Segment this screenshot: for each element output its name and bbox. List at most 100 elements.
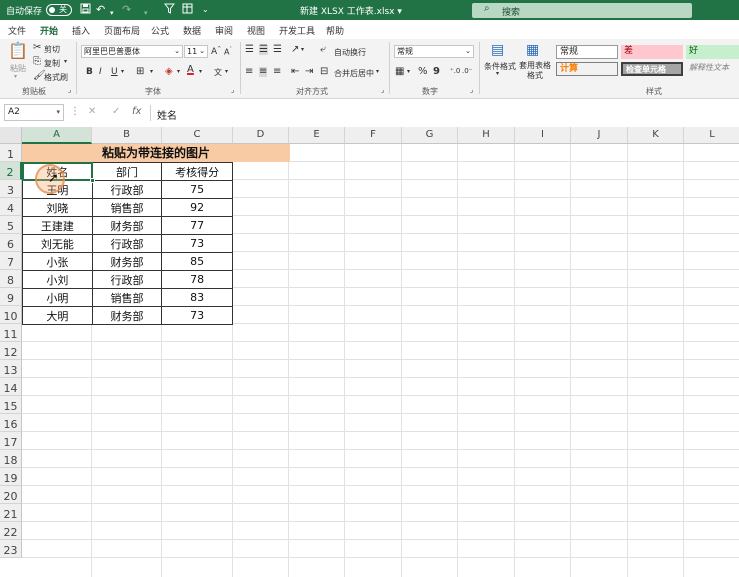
tab-file[interactable]: 文件: [8, 24, 26, 37]
copy-dropdown-icon[interactable]: ▾: [64, 58, 67, 65]
table-cell[interactable]: 小张: [22, 252, 93, 271]
enter-icon[interactable]: ✓: [112, 106, 120, 117]
insert-function-button[interactable]: fx: [132, 106, 141, 117]
table-cell[interactable]: 销售部: [91, 288, 163, 307]
style-calculation[interactable]: 计算: [556, 62, 618, 76]
formula-input[interactable]: 姓名: [157, 107, 177, 122]
column-header[interactable]: C: [162, 127, 233, 144]
autosave-toggle[interactable]: 关: [46, 4, 72, 16]
paste-dropdown-icon[interactable]: ▾: [14, 73, 17, 80]
row-header[interactable]: 12: [0, 342, 22, 360]
customize-qat-icon[interactable]: ⌄: [202, 3, 209, 17]
cancel-icon[interactable]: ✕: [88, 106, 96, 117]
row-header[interactable]: 8: [0, 270, 22, 288]
tab-page-layout[interactable]: 页面布局: [104, 24, 140, 37]
merge-center-label[interactable]: 合并后居中: [334, 68, 374, 79]
tab-developer[interactable]: 开发工具: [279, 24, 315, 37]
table-cell[interactable]: 财务部: [91, 216, 163, 235]
table-cell[interactable]: 77: [161, 216, 233, 235]
phonetic-dropdown-icon[interactable]: ▾: [225, 68, 228, 75]
underline-button[interactable]: U: [111, 67, 118, 77]
style-explanatory[interactable]: 解释性文本: [686, 62, 739, 76]
column-header[interactable]: G: [402, 127, 458, 144]
table-cell[interactable]: 刘晓: [22, 198, 93, 217]
table-cell[interactable]: 销售部: [91, 198, 163, 217]
table-cell[interactable]: 王建建: [22, 216, 93, 235]
undo-dropdown-icon[interactable]: ▾: [110, 6, 114, 20]
conditional-dropdown-icon[interactable]: ▾: [496, 70, 499, 77]
decrease-decimal-icon[interactable]: .0⁻: [462, 67, 472, 75]
table-cell[interactable]: 行政部: [91, 234, 163, 253]
row-header[interactable]: 1: [0, 144, 22, 162]
more-options-icon[interactable]: ⋮: [70, 106, 80, 117]
table-cell[interactable]: 刘无能: [22, 234, 93, 253]
comma-button[interactable]: 9: [433, 66, 440, 77]
row-header[interactable]: 15: [0, 396, 22, 414]
copy-label[interactable]: 复制: [44, 58, 60, 69]
align-bottom-icon[interactable]: ☰: [273, 45, 282, 55]
fill-handle[interactable]: [90, 178, 95, 183]
tab-home[interactable]: 开始: [40, 24, 59, 41]
table-cell[interactable]: 小刘: [22, 270, 93, 289]
orientation-icon[interactable]: ↗: [291, 45, 299, 55]
font-name-select[interactable]: 阿里巴巴普惠体 ⌄: [81, 45, 183, 58]
table-icon[interactable]: [182, 3, 193, 18]
align-top-icon[interactable]: ☰: [245, 45, 254, 55]
merge-dropdown-icon[interactable]: ▾: [376, 68, 379, 75]
style-good[interactable]: 好: [686, 45, 739, 59]
tab-insert[interactable]: 插入: [72, 24, 90, 37]
row-header[interactable]: 23: [0, 540, 22, 558]
align-center-icon[interactable]: ≡: [259, 67, 268, 77]
row-header[interactable]: 7: [0, 252, 22, 270]
tab-formulas[interactable]: 公式: [151, 24, 169, 37]
table-cell[interactable]: 73: [161, 234, 233, 253]
number-format-select[interactable]: 常规 ⌄: [394, 45, 474, 58]
row-header[interactable]: 22: [0, 522, 22, 540]
row-header[interactable]: 6: [0, 234, 22, 252]
select-all-button[interactable]: [0, 127, 22, 144]
column-header[interactable]: J: [571, 127, 628, 144]
cut-label[interactable]: 剪切: [44, 44, 60, 55]
border-icon[interactable]: ⊞: [136, 67, 144, 77]
table-cell[interactable]: 小明: [22, 288, 93, 307]
row-header[interactable]: 4: [0, 198, 22, 216]
name-box[interactable]: A2 ▾: [4, 104, 64, 121]
table-cell[interactable]: 83: [161, 288, 233, 307]
decrease-indent-icon[interactable]: ⇤: [291, 67, 299, 77]
tab-view[interactable]: 视图: [247, 24, 265, 37]
row-header[interactable]: 14: [0, 378, 22, 396]
tab-data[interactable]: 数据: [183, 24, 201, 37]
row-header[interactable]: 9: [0, 288, 22, 306]
format-painter-label[interactable]: 格式刷: [44, 72, 68, 83]
align-middle-icon[interactable]: ☰: [259, 45, 268, 55]
redo-dropdown-icon[interactable]: ▾: [144, 6, 148, 20]
conditional-format-icon[interactable]: ▤: [491, 43, 504, 57]
column-header[interactable]: K: [628, 127, 684, 144]
decrease-font-icon[interactable]: Aˇ: [224, 47, 232, 57]
column-header[interactable]: F: [345, 127, 402, 144]
font-color-dropdown-icon[interactable]: ▾: [199, 68, 202, 75]
increase-decimal-icon[interactable]: ⁺.0: [450, 67, 460, 75]
row-header[interactable]: 16: [0, 414, 22, 432]
search-box[interactable]: ⌕ 搜索: [472, 3, 692, 18]
table-cell[interactable]: 85: [161, 252, 233, 271]
conditional-format-label[interactable]: 条件格式: [484, 61, 516, 72]
paste-label[interactable]: 粘贴: [10, 63, 26, 74]
clipboard-launcher-icon[interactable]: ⌟: [68, 86, 71, 94]
table-cell[interactable]: 行政部: [91, 270, 163, 289]
worksheet-grid[interactable]: ABCDEFGHIJKL 1 2 3 4 5 6 7 8 9 10 11 12 13 14 15 16 17 18…: [0, 127, 739, 577]
table-cell[interactable]: 75: [161, 180, 233, 199]
column-header[interactable]: B: [92, 127, 162, 144]
column-header[interactable]: E: [289, 127, 345, 144]
style-check-cell[interactable]: 检查单元格: [621, 62, 683, 76]
tab-help[interactable]: 帮助: [326, 24, 344, 37]
font-color-icon[interactable]: A: [187, 65, 194, 75]
merge-center-icon[interactable]: ⊟: [320, 67, 328, 77]
table-cell[interactable]: 92: [161, 198, 233, 217]
row-header[interactable]: 21: [0, 504, 22, 522]
table-cell[interactable]: 73: [161, 306, 233, 325]
row-header[interactable]: 5: [0, 216, 22, 234]
redo-icon[interactable]: ↷: [122, 3, 131, 17]
font-launcher-icon[interactable]: ⌟: [231, 86, 234, 94]
alignment-launcher-icon[interactable]: ⌟: [381, 86, 384, 94]
